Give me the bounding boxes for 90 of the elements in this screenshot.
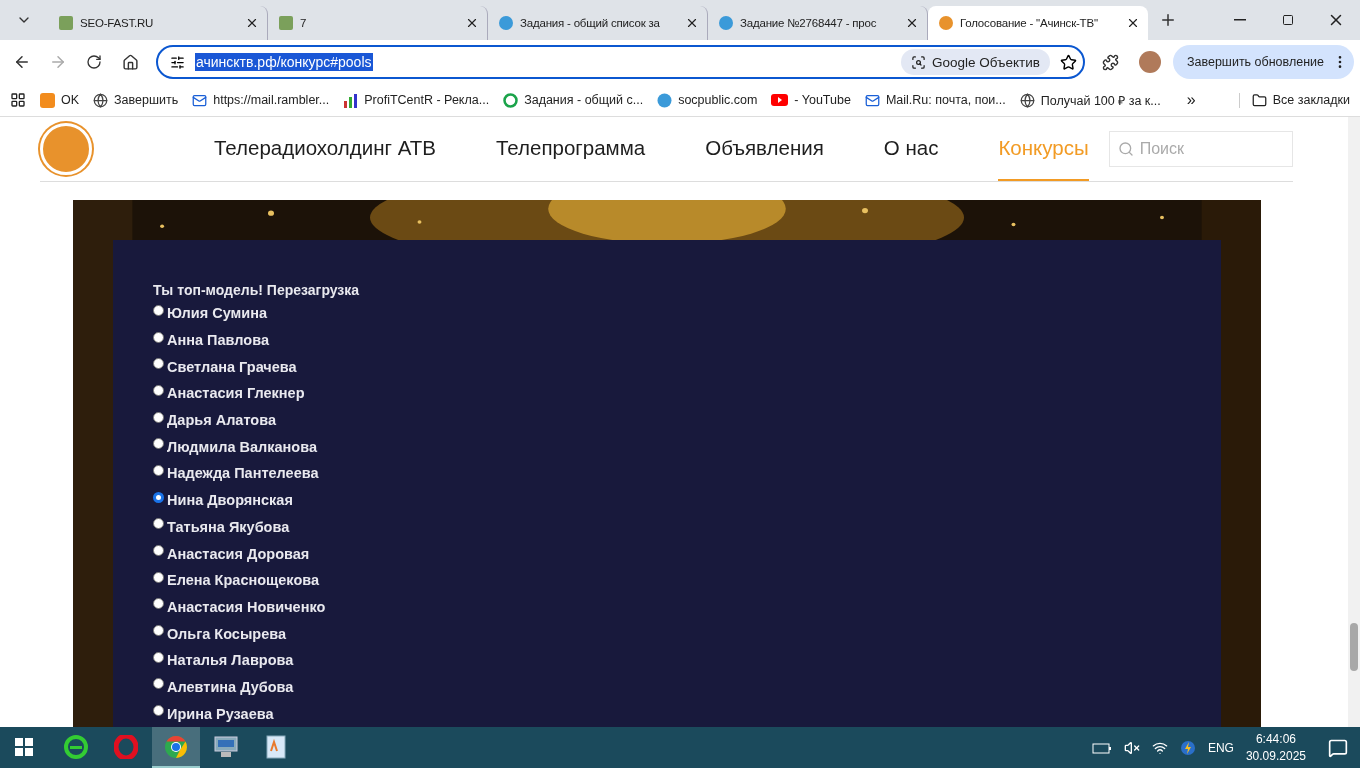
bookmark[interactable]: - YouTube [771,93,851,107]
poll-option[interactable]: Анастасия Глекнер [153,380,1181,407]
windows-icon [15,737,33,756]
poll-option[interactable]: Анастасия Доровая [153,540,1181,567]
close-icon[interactable] [1126,16,1140,30]
bookmark[interactable]: Завершить [93,92,179,108]
lens-button[interactable]: Google Объектив [901,49,1050,75]
radio-button[interactable] [153,331,164,343]
poll-option[interactable]: Светлана Грачева [153,353,1181,381]
reload-icon [86,54,102,70]
poll-title: Ты топ-модель! Перезагрузка [153,282,361,298]
ring-icon [503,92,519,108]
globe-icon [93,92,109,108]
poll-option[interactable]: Татьяна Якубова [153,513,1181,541]
lens-icon [911,54,926,70]
radio-button[interactable] [153,705,164,717]
profile-avatar[interactable] [1138,51,1161,73]
forward-arrow-icon [49,53,67,71]
mail-icon [864,92,880,108]
poll-option[interactable]: Юлия Сумина [153,300,1181,327]
poll-option[interactable]: Надежда Пантелеева [153,460,1181,487]
update-button[interactable]: Завершить обновление [1172,45,1354,79]
close-icon[interactable] [245,16,259,30]
bookmark[interactable]: Mail.Ru: почта, пои... [864,92,1006,108]
home-icon [121,53,139,71]
poll-option[interactable]: Наталья Лаврова [153,646,1181,674]
radio-button[interactable] [153,598,164,610]
close-icon[interactable] [465,16,479,30]
radio-button[interactable] [153,651,164,663]
poll-option[interactable]: Елена Краснощекова [153,566,1181,594]
radio-button[interactable] [153,304,164,316]
play-icon [771,94,789,106]
scrollbar-thumb[interactable] [1350,623,1358,671]
poll-option[interactable]: Ирина Рузаева [153,700,1181,727]
poll-option[interactable]: Анна Павлова [153,326,1181,354]
browser-tab[interactable]: Голосование - "Ачинск-ТВ" [928,6,1148,40]
nav-link[interactable]: Телерадиохолдинг АТВ [214,117,436,181]
document-icon[interactable] [265,734,287,759]
more-bookmarks-button[interactable]: » [1186,91,1196,109]
poll-option[interactable]: Нина Дворянская [153,486,1181,514]
battery-icon [1091,740,1112,755]
clock[interactable]: 6:44:06 30.09.2025 [1245,730,1306,765]
site-settings-icon[interactable] [170,54,185,70]
radio-button[interactable] [153,438,164,450]
radio-button[interactable] [153,411,164,423]
chrome-icon[interactable] [164,734,188,759]
apps-icon[interactable] [10,92,26,108]
folder-icon [1251,92,1267,108]
all-bookmarks-button[interactable]: Все закладки [1238,92,1350,108]
computer-icon[interactable] [213,734,239,759]
minimize-icon [1234,19,1246,21]
poll-option[interactable]: Дарья Алатова [153,406,1181,434]
radio-button[interactable] [153,384,164,396]
radio-button[interactable] [153,491,164,503]
poll-option[interactable]: Ольга Косырева [153,620,1181,647]
close-icon[interactable] [905,16,919,30]
bookmark[interactable]: Задания - общий с... [503,92,644,108]
bookmark[interactable]: https://mail.rambler... [192,92,330,108]
puzzle-icon [1102,53,1120,71]
radio-button[interactable] [153,625,164,637]
globe-icon [1019,92,1035,108]
poll-option[interactable]: Анастасия Новиченко [153,593,1181,621]
nav-link[interactable]: О нас [883,117,939,181]
radio-button[interactable] [153,358,164,370]
browser-e-icon[interactable] [64,734,88,759]
bar-chart-icon [343,92,359,108]
lightning-icon[interactable] [1179,739,1196,756]
bookmark[interactable]: socpublic.com [657,92,758,108]
plus-icon [1159,11,1177,29]
close-icon[interactable] [685,16,699,30]
radio-button[interactable] [153,545,164,557]
radio-button[interactable] [153,518,164,530]
nav-link[interactable]: Объявления [705,117,824,181]
radio-button[interactable] [153,571,164,583]
poll-option[interactable]: Людмила Валканова [153,433,1181,461]
restore-icon [1282,14,1294,26]
bookmark[interactable]: OK [40,92,80,108]
nav-link[interactable]: Телепрограмма [495,117,646,181]
mail-icon [192,92,208,108]
radio-button[interactable] [153,678,164,690]
bookmark[interactable]: Получай 100 ₽ за к... [1019,91,1161,109]
radio-button[interactable] [153,464,164,476]
muted-speaker-icon[interactable] [1123,739,1140,756]
bookmark[interactable]: ProfiTCentR - Рекла... [343,92,490,108]
language-indicator[interactable]: ENG [1207,740,1234,755]
search-icon [1117,141,1134,157]
star-icon[interactable] [1059,53,1077,71]
notifications-icon[interactable] [1328,737,1348,758]
address-bar[interactable]: ачинсктв.рф/конкурс#pools Google Объектив [156,45,1085,79]
poll-option[interactable]: Алевтина Дубова [153,673,1181,701]
